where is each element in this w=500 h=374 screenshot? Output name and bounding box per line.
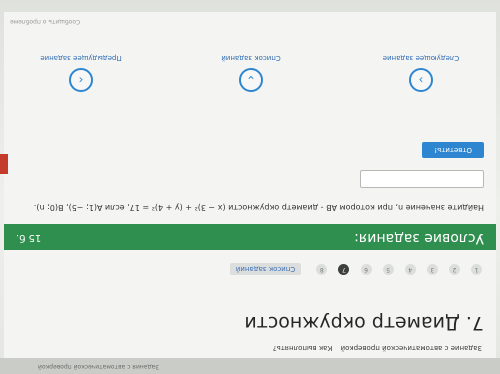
page-1[interactable]: 1	[471, 264, 482, 275]
breadcrumb: Задание с автоматической проверкой Как в…	[267, 344, 482, 352]
topbar-text: Задания с автоматической проверкой	[38, 363, 160, 370]
breadcrumb-section[interactable]: Задание с автоматической проверкой	[341, 344, 482, 352]
question-text: Найдите значение n, при котором AB - диа…	[33, 203, 484, 212]
submit-button[interactable]: Ответить!	[422, 142, 484, 158]
page-6[interactable]: 6	[360, 264, 372, 275]
task-card: Задание с автоматической проверкой Как в…	[0, 12, 496, 358]
page-7-active[interactable]: 7	[338, 264, 350, 275]
answer-input[interactable]	[360, 170, 484, 188]
task-list-link[interactable]: Список заданий	[229, 263, 302, 276]
prev-task-nav[interactable]: ‹ Предыдущее задание	[26, 54, 136, 92]
browser-topbar: Задания с автоматической проверкой	[0, 358, 500, 374]
task-pager: 1 2 3 4 5 6 7 8 Список заданий	[229, 263, 482, 280]
task-points: 15 б.	[16, 232, 42, 243]
page-4[interactable]: 4	[404, 264, 416, 275]
next-task-label[interactable]: Следующее задание	[366, 54, 476, 62]
task-list-nav[interactable]: ⌄ Список заданий	[196, 54, 306, 92]
task-list-label[interactable]: Список заданий	[196, 54, 306, 62]
task-header-label: Условие задания:	[354, 230, 484, 246]
alert-tab[interactable]	[0, 154, 8, 174]
report-problem-link[interactable]: Сообщить о проблеме	[10, 18, 80, 25]
page-viewport: Задания с автоматической проверкой Задан…	[0, 0, 500, 374]
chevron-left-icon[interactable]: ‹	[69, 68, 93, 92]
prev-task-label[interactable]: Предыдущее задание	[26, 54, 136, 62]
task-header: Условие задания: 15 б.	[4, 224, 496, 250]
next-task-nav[interactable]: › Следующее задание	[366, 54, 476, 92]
chevron-right-icon[interactable]: ›	[409, 68, 433, 92]
page-5[interactable]: 5	[382, 264, 394, 275]
page-title: 7. Диаметр окружности	[244, 312, 484, 334]
page-3[interactable]: 3	[426, 264, 438, 275]
chevron-down-icon[interactable]: ⌄	[239, 68, 263, 92]
page-2[interactable]: 2	[448, 264, 460, 275]
breadcrumb-help[interactable]: Как выполнять?	[273, 344, 332, 352]
page-8[interactable]: 8	[316, 264, 328, 275]
